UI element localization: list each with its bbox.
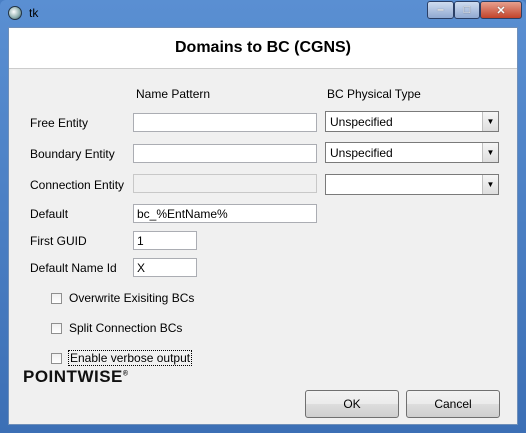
minimize-icon: ‒	[437, 4, 444, 16]
bc-physical-type-header: BC Physical Type	[327, 87, 421, 101]
split-connection-bcs-label: Split Connection BCs	[69, 321, 183, 335]
name-pattern-header: Name Pattern	[136, 87, 211, 101]
overwrite-bcs-option[interactable]: Overwrite Exisiting BCs	[51, 291, 194, 305]
split-connection-bcs-option[interactable]: Split Connection BCs	[51, 321, 182, 335]
boundary-entity-bc-type-select[interactable]: Unspecified ▼	[325, 142, 499, 163]
ok-button[interactable]: OK	[305, 390, 399, 418]
overwrite-bcs-label: Overwrite Exisiting BCs	[69, 291, 195, 305]
chevron-down-icon[interactable]: ▼	[482, 143, 498, 162]
split-connection-bcs-checkbox[interactable]	[51, 322, 62, 334]
minimize-button[interactable]: ‒	[427, 1, 454, 19]
default-name-id-label: Default Name Id	[30, 261, 117, 275]
registered-mark: ®	[122, 370, 129, 378]
maximize-button[interactable]: □	[454, 1, 480, 19]
boundary-entity-name-input[interactable]	[133, 144, 317, 163]
dialog-body: Domains to BC (CGNS) Name Pattern BC Phy…	[8, 27, 518, 425]
default-label: Default	[30, 207, 69, 221]
logo-text: POINTWISE	[23, 367, 123, 386]
connection-entity-label: Connection Entity	[30, 178, 125, 192]
window-title: tk	[29, 6, 39, 20]
chevron-down-icon[interactable]: ▼	[482, 175, 498, 194]
boundary-entity-label: Boundary Entity	[30, 147, 115, 161]
default-name-input[interactable]	[133, 204, 317, 223]
title-bar[interactable]: tk ‒ □ ✕	[0, 0, 526, 26]
close-button[interactable]: ✕	[480, 1, 522, 19]
feather-app-icon	[8, 6, 22, 20]
free-entity-bc-type-value: Unspecified	[330, 114, 393, 129]
first-guid-input[interactable]	[133, 231, 197, 250]
maximize-icon: □	[463, 4, 471, 16]
connection-entity-name-input	[133, 174, 317, 193]
free-entity-label: Free Entity	[30, 116, 89, 130]
verbose-output-option[interactable]: Enable verbose output	[51, 350, 193, 366]
free-entity-bc-type-select[interactable]: Unspecified ▼	[325, 111, 499, 132]
first-guid-label: First GUID	[30, 234, 87, 248]
verbose-output-checkbox[interactable]	[51, 352, 62, 364]
app-window: tk ‒ □ ✕ Domains to BC (CGNS) Name Patte…	[0, 0, 526, 433]
close-icon: ✕	[496, 4, 506, 17]
overwrite-bcs-checkbox[interactable]	[51, 292, 62, 304]
cancel-button[interactable]: Cancel	[406, 390, 500, 418]
free-entity-name-input[interactable]	[133, 113, 317, 132]
default-name-id-input[interactable]	[133, 258, 197, 277]
boundary-entity-bc-type-value: Unspecified	[330, 145, 393, 160]
verbose-output-label: Enable verbose output	[67, 350, 193, 366]
pointwise-logo: POINTWISE®	[23, 367, 129, 387]
chevron-down-icon[interactable]: ▼	[482, 112, 498, 131]
connection-entity-bc-type-select[interactable]: ▼	[325, 174, 499, 195]
dialog-heading: Domains to BC (CGNS)	[9, 28, 517, 69]
